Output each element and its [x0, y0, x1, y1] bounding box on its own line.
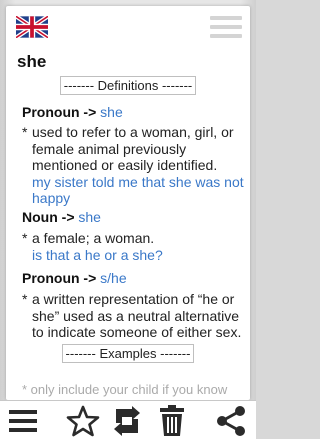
definition-card: she ------- Definitions ------- Pronoun …: [6, 6, 250, 400]
definition-text: a female; a woman.: [32, 230, 155, 246]
bullet: *: [22, 291, 28, 307]
definition-text: used to refer to a woman, girl, or femal…: [32, 124, 234, 173]
definition-2: * a female; a woman. is that a he or a s…: [22, 230, 244, 263]
pos-link-she[interactable]: she: [100, 104, 123, 120]
entry-word: she: [17, 52, 47, 71]
menu-icon[interactable]: [6, 405, 40, 437]
swap-icon[interactable]: [110, 405, 144, 437]
pos-link-s-he[interactable]: s/he: [100, 270, 126, 286]
bottom-toolbar: [0, 400, 256, 439]
pos-label-pronoun: Pronoun -> s/he: [22, 270, 127, 286]
example-text: is that a he or a she?: [32, 246, 163, 263]
examples-header: ------- Examples -------: [6, 344, 250, 363]
truncated-example: * only include your child if you know: [22, 382, 228, 397]
star-icon[interactable]: [66, 405, 100, 437]
definition-1: * used to refer to a woman, girl, or fem…: [22, 124, 244, 207]
bullet: *: [22, 230, 28, 246]
pos-link-she[interactable]: she: [78, 209, 101, 225]
share-icon[interactable]: [214, 405, 248, 437]
uk-flag-icon[interactable]: [16, 16, 48, 38]
bullet: *: [22, 124, 28, 140]
definition-3: * a written representation of “he or she…: [22, 291, 244, 341]
definitions-header: ------- Definitions -------: [6, 76, 250, 95]
pos-label-pronoun: Pronoun -> she: [22, 104, 123, 120]
trash-icon[interactable]: [155, 405, 189, 437]
pos-label-noun: Noun -> she: [22, 209, 101, 225]
menu-lines-icon[interactable]: [210, 16, 242, 42]
example-text: my sister told me that she was not happy: [32, 173, 244, 207]
definition-text: a written representation of “he or she” …: [32, 291, 242, 340]
